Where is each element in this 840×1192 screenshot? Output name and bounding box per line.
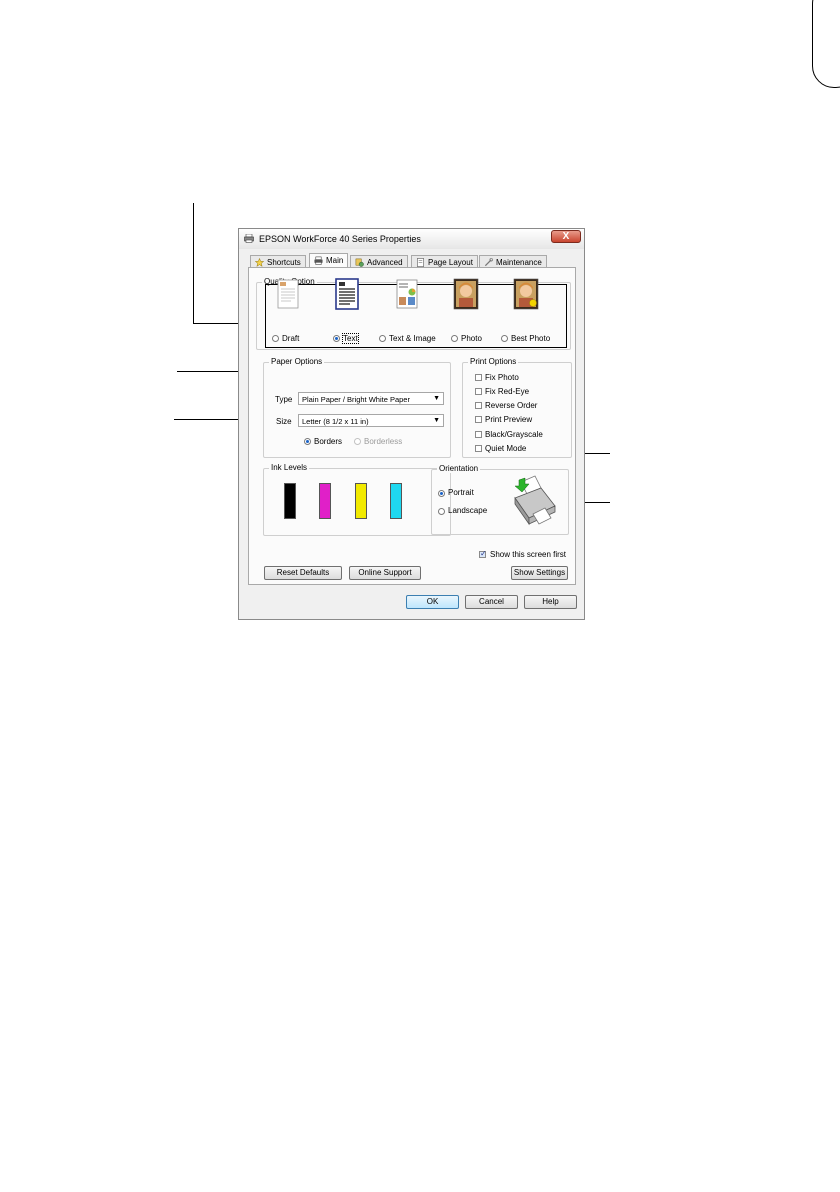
landscape-label: Landscape xyxy=(448,506,488,515)
main-tab-panel: Quality Option Draft Text Text & Image P… xyxy=(248,267,576,585)
portrait-radio[interactable] xyxy=(438,490,445,497)
show-this-screen-first-checkbox[interactable] xyxy=(479,549,487,558)
landscape-radio[interactable] xyxy=(438,508,445,515)
reset-defaults-button[interactable]: Reset Defaults xyxy=(264,566,342,580)
photo-label: Photo xyxy=(461,334,482,343)
text-and-image-label: Text & Image xyxy=(389,334,436,343)
draft-quality-icon xyxy=(277,279,299,309)
borderless-label: Borderless xyxy=(364,437,403,446)
tab-label: Page Layout xyxy=(428,258,473,267)
best-photo-label: Best Photo xyxy=(511,334,551,343)
print-preview-checkbox[interactable] xyxy=(475,416,482,423)
photo-quality-icon xyxy=(453,278,479,310)
best-photo-radio[interactable] xyxy=(501,335,508,342)
text-radio[interactable] xyxy=(333,335,340,342)
properties-dialog: EPSON WorkForce 40 Series Properties X S… xyxy=(238,228,585,620)
chevron-down-icon: ▼ xyxy=(433,417,440,424)
title-bar: EPSON WorkForce 40 Series Properties X xyxy=(239,229,584,249)
photo-radio[interactable] xyxy=(451,335,458,342)
help-button[interactable]: Help xyxy=(524,595,577,609)
portrait-label: Portrait xyxy=(448,488,474,497)
fix-red-eye-checkbox[interactable] xyxy=(475,388,482,395)
portrait-printer-icon xyxy=(514,475,556,526)
ok-button[interactable]: OK xyxy=(406,595,459,609)
paper-type-value: Plain Paper / Bright White Paper xyxy=(302,395,410,404)
reverse-order-label: Reverse Order xyxy=(485,401,538,410)
cancel-button[interactable]: Cancel xyxy=(465,595,518,609)
print-preview-label: Print Preview xyxy=(485,415,533,424)
group-title: Ink Levels xyxy=(269,463,310,472)
tab-label: Maintenance xyxy=(496,258,542,267)
black-ink-cartridge xyxy=(284,483,296,519)
printer-icon xyxy=(314,256,323,265)
best-photo-quality-icon xyxy=(513,278,539,310)
cyan-ink-cartridge xyxy=(390,483,402,519)
show-settings-button[interactable]: Show Settings xyxy=(511,566,568,580)
text-label: Text xyxy=(342,333,359,344)
star-icon xyxy=(255,258,264,267)
size-label: Size xyxy=(276,417,292,426)
black-grayscale-label: Black/Grayscale xyxy=(485,430,543,439)
tab-label: Advanced xyxy=(367,258,403,267)
fix-red-eye-label: Fix Red-Eye xyxy=(485,387,530,396)
type-label: Type xyxy=(275,395,293,404)
ink-levels-group: Ink Levels xyxy=(263,463,451,536)
close-button[interactable]: X xyxy=(551,230,581,243)
group-title: Paper Options xyxy=(269,357,325,366)
paper-size-value: Letter (8 1/2 x 11 in) xyxy=(302,417,369,426)
tab-label: Main xyxy=(326,256,344,265)
quiet-mode-checkbox[interactable] xyxy=(475,445,482,452)
group-title: Orientation xyxy=(437,464,481,473)
page-layout-icon xyxy=(417,258,424,267)
draft-label: Draft xyxy=(282,334,300,343)
borders-radio[interactable] xyxy=(304,438,311,445)
page-tab-marker xyxy=(812,0,840,88)
paper-size-select[interactable]: Letter (8 1/2 x 11 in) ▼ xyxy=(298,414,444,427)
chevron-down-icon: ▼ xyxy=(433,395,440,402)
fix-photo-label: Fix Photo xyxy=(485,373,519,382)
draft-radio[interactable] xyxy=(272,335,279,342)
text-quality-icon xyxy=(335,278,359,310)
tab-label: Shortcuts xyxy=(267,258,301,267)
black-grayscale-checkbox[interactable] xyxy=(475,431,482,438)
yellow-ink-cartridge xyxy=(355,483,367,519)
text-and-image-quality-icon xyxy=(396,279,418,309)
quiet-mode-label: Quiet Mode xyxy=(485,444,527,453)
reverse-order-checkbox[interactable] xyxy=(475,402,482,409)
magenta-ink-cartridge xyxy=(319,483,331,519)
fix-photo-checkbox[interactable] xyxy=(475,374,482,381)
text-and-image-radio[interactable] xyxy=(379,335,386,342)
callout-quality-vertical xyxy=(193,203,194,324)
window-title: EPSON WorkForce 40 Series Properties xyxy=(259,234,421,244)
group-title: Print Options xyxy=(468,357,519,366)
advanced-settings-icon xyxy=(355,258,364,267)
printer-icon xyxy=(244,234,254,243)
borderless-radio[interactable] xyxy=(354,438,361,445)
paper-type-select[interactable]: Plain Paper / Bright White Paper ▼ xyxy=(298,392,444,405)
borders-label: Borders xyxy=(314,437,343,446)
show-this-screen-first-label: Show this screen first xyxy=(490,550,567,559)
online-support-button[interactable]: Online Support xyxy=(349,566,421,580)
wrench-icon xyxy=(484,258,493,267)
